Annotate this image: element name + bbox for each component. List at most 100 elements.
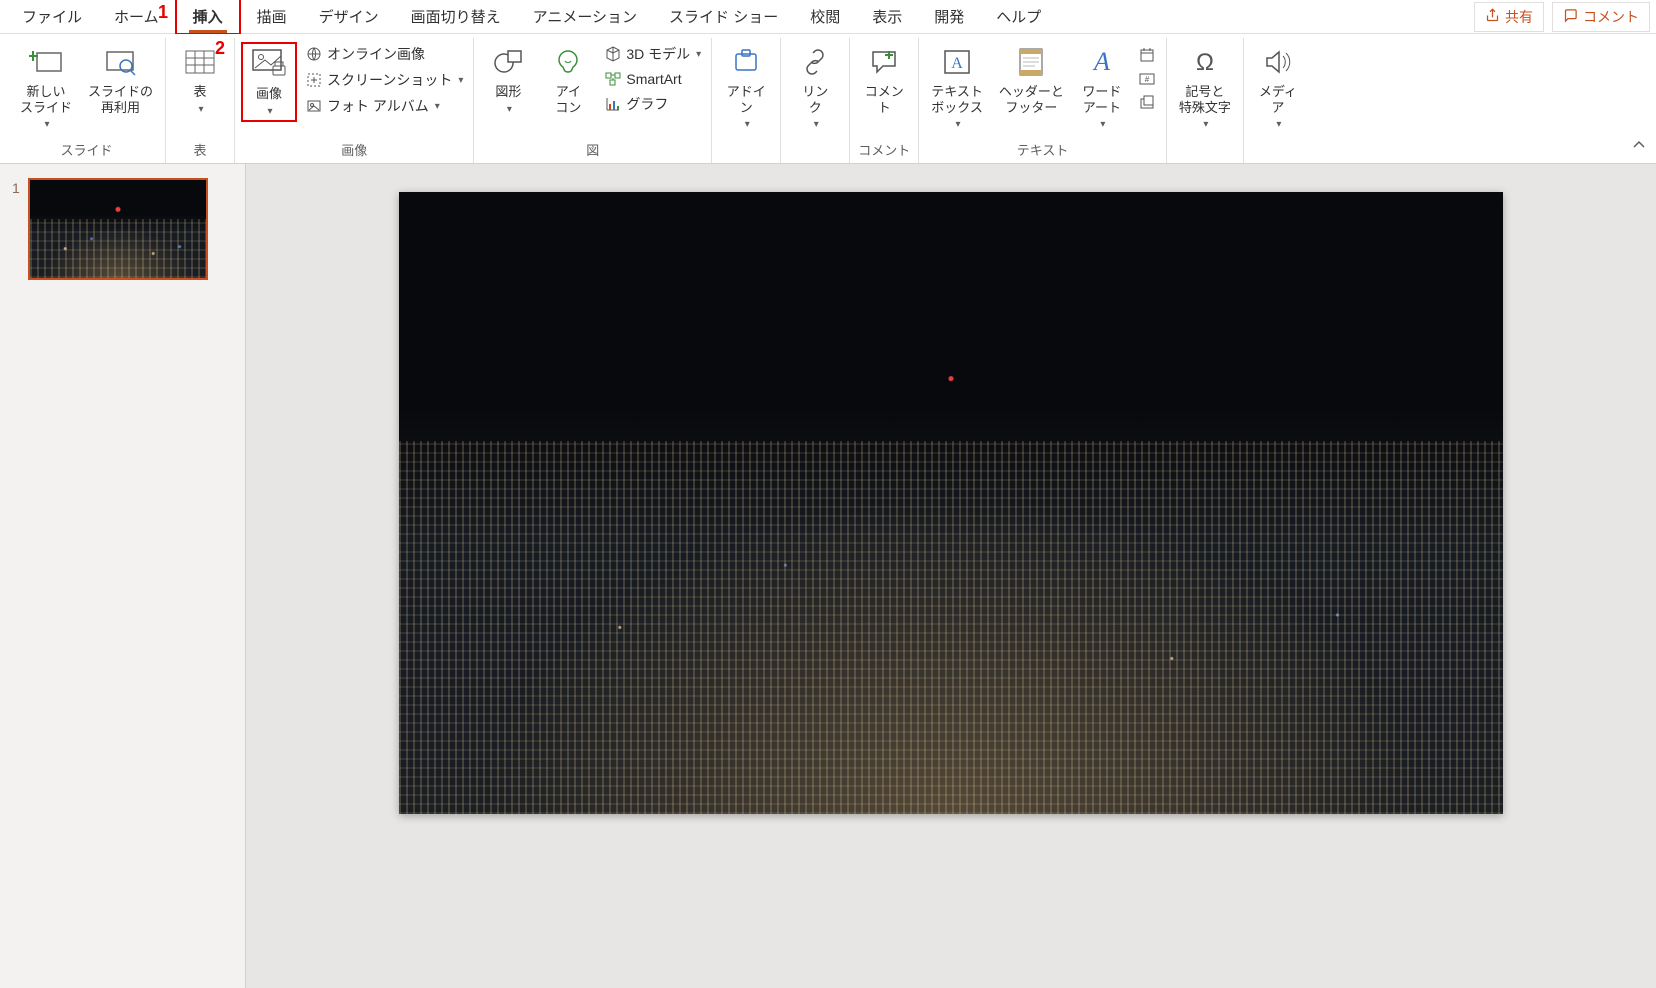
group-comments-label: コメント — [858, 137, 910, 163]
online-pictures-label: オンライン画像 — [327, 44, 425, 64]
icons-button[interactable]: アイ コン — [540, 42, 596, 117]
tab-slideshow[interactable]: スライド ショー — [653, 0, 794, 33]
reuse-slides-icon — [103, 44, 139, 80]
shapes-label: 図形 — [495, 84, 521, 100]
thumbnail-number: 1 — [12, 178, 20, 196]
table-button[interactable]: 表 ▾ — [172, 42, 228, 118]
addins-icon — [728, 44, 764, 80]
new-slide-label: 新しい スライド — [20, 84, 72, 115]
tab-review[interactable]: 校閲 — [794, 0, 856, 33]
table-icon — [182, 44, 218, 80]
screenshot-button[interactable]: スクリーンショット ▾ — [301, 68, 467, 92]
tab-transitions[interactable]: 画面切り替え — [395, 0, 517, 33]
group-symbols-spacer — [1203, 141, 1207, 163]
reuse-slides-label: スライドの 再利用 — [88, 84, 153, 115]
group-slides-label: スライド — [61, 137, 113, 163]
picture-label: 画像 — [256, 86, 282, 102]
smartart-icon — [604, 70, 622, 88]
chevron-down-icon: ▾ — [507, 104, 512, 116]
tab-file[interactable]: ファイル — [6, 0, 98, 33]
picture-icon — [251, 46, 287, 82]
online-pictures-button[interactable]: オンライン画像 — [301, 42, 467, 66]
tab-draw[interactable]: 描画 — [241, 0, 303, 33]
tab-developer[interactable]: 開発 — [918, 0, 980, 33]
slide-city-night-image — [399, 192, 1503, 814]
chevron-down-icon: ▾ — [1276, 119, 1281, 131]
insert-comment-label: コメン ト — [865, 84, 904, 115]
reuse-slides-button[interactable]: スライドの 再利用 — [82, 42, 159, 117]
wordart-icon: A — [1084, 44, 1120, 80]
wordart-button[interactable]: A ワード アート ▾ — [1074, 42, 1130, 133]
share-icon — [1485, 8, 1500, 26]
chevron-down-icon: ▾ — [458, 75, 463, 86]
new-slide-button[interactable]: 新しい スライド ▾ — [14, 42, 78, 133]
date-time-button[interactable] — [1134, 44, 1160, 66]
photo-album-label: フォト アルバム — [327, 96, 429, 116]
group-images-label: 画像 — [341, 137, 367, 163]
group-tables-label: 表 — [194, 137, 207, 163]
3d-models-button[interactable]: 3D モデル ▾ — [600, 42, 705, 66]
thumbnail-preview[interactable] — [28, 178, 208, 280]
symbols-button[interactable]: Ω 記号と 特殊文字 ▾ — [1173, 42, 1237, 133]
group-comments: コメン ト コメント — [850, 38, 919, 163]
svg-text:A: A — [1092, 47, 1110, 76]
slide-number-icon: # — [1138, 70, 1156, 88]
screenshot-label: スクリーンショット — [327, 70, 452, 90]
media-button[interactable]: メディ ア ▾ — [1250, 42, 1306, 133]
chevron-down-icon: ▾ — [745, 119, 750, 131]
screenshot-icon — [305, 71, 323, 89]
collapse-ribbon-button[interactable] — [1632, 138, 1646, 155]
thumbnail-panel: 1 — [0, 164, 246, 988]
share-button[interactable]: 共有 — [1474, 2, 1544, 32]
omega-icon: Ω — [1187, 44, 1223, 80]
chart-button[interactable]: グラフ — [600, 92, 705, 116]
picture-button[interactable]: 画像 ▾ — [241, 42, 297, 122]
smartart-button[interactable]: SmartArt — [600, 68, 705, 90]
tab-help[interactable]: ヘルプ — [980, 0, 1057, 33]
table-label: 表 — [194, 84, 207, 100]
tab-view[interactable]: 表示 — [856, 0, 918, 33]
photo-album-icon — [305, 97, 323, 115]
group-tables: 表 ▾ 表 — [166, 38, 235, 163]
comment-button[interactable]: コメント — [1552, 2, 1650, 32]
tab-design[interactable]: デザイン — [303, 0, 395, 33]
object-button[interactable] — [1134, 92, 1160, 114]
link-button[interactable]: リン ク ▾ — [787, 42, 843, 133]
work-area: 1 — [0, 164, 1656, 988]
chevron-down-icon: ▾ — [1100, 119, 1105, 131]
thumbnail-item[interactable]: 1 — [0, 178, 245, 280]
icons-label: アイ コン — [555, 84, 581, 115]
city-night-image — [30, 180, 206, 278]
photo-album-button[interactable]: フォト アルバム ▾ — [301, 94, 467, 118]
tab-animations[interactable]: アニメーション — [517, 0, 653, 33]
textbox-icon: A — [939, 44, 975, 80]
slide[interactable] — [399, 192, 1503, 814]
svg-text:Ω: Ω — [1196, 49, 1214, 76]
group-images: 画像 ▾ オンライン画像 スクリーンショット ▾ — [235, 38, 474, 163]
group-media-spacer — [1276, 141, 1280, 163]
tab-home[interactable]: ホーム — [98, 0, 175, 33]
group-addins: アドイ ン ▾ — [712, 38, 781, 163]
new-slide-icon — [28, 44, 64, 80]
chevron-down-icon: ▾ — [956, 119, 961, 131]
ribbon-tabs: 1 ファイル ホーム 挿入 描画 デザイン 画面切り替え アニメーション スライ… — [0, 0, 1656, 34]
headerfooter-icon — [1013, 44, 1049, 80]
insert-comment-button[interactable]: コメン ト — [856, 42, 912, 117]
chevron-down-icon: ▾ — [1203, 119, 1208, 131]
tab-insert[interactable]: 挿入 — [175, 0, 241, 35]
group-slides: 新しい スライド ▾ スライドの 再利用 スライド — [8, 38, 166, 163]
3d-models-label: 3D モデル — [626, 44, 690, 64]
chevron-down-icon: ▾ — [814, 119, 819, 131]
headerfooter-button[interactable]: ヘッダーと フッター — [993, 42, 1070, 117]
group-text: A テキスト ボックス ▾ ヘッダーと フッター A ワード アート ▾ — [919, 38, 1167, 163]
addins-button[interactable]: アドイ ン ▾ — [718, 42, 774, 133]
icons-icon — [550, 44, 586, 80]
comment-icon — [1563, 8, 1578, 26]
group-links: リン ク ▾ — [781, 38, 850, 163]
group-text-label: テキスト — [1017, 137, 1069, 163]
comment-label: コメント — [1583, 7, 1639, 27]
textbox-button[interactable]: A テキスト ボックス ▾ — [925, 42, 989, 133]
slide-number-button[interactable]: # — [1134, 68, 1160, 90]
shapes-button[interactable]: 図形 ▾ — [480, 42, 536, 118]
online-pictures-icon — [305, 45, 323, 63]
